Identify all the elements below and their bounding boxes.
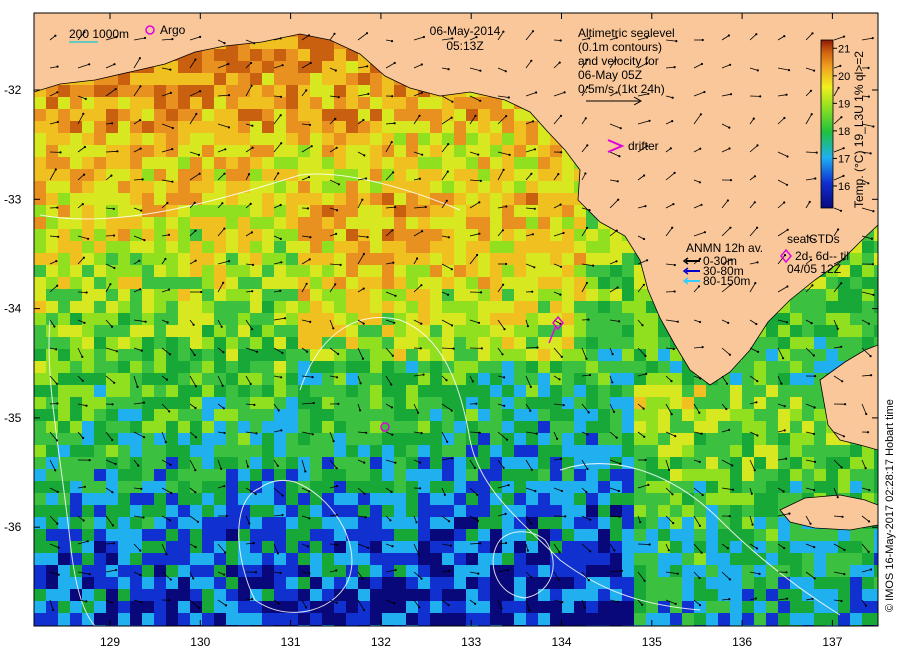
colorbar-tick-label: 16 [838,181,850,193]
x-tick-label: 130 [190,635,210,649]
y-tick-label: -32 [4,83,22,97]
y-tick-label: -35 [4,411,22,425]
x-tick-label: 135 [642,635,662,649]
isobath-legend-text: 200 1000m [69,27,129,41]
drifter-legend-label: drifter [628,139,659,153]
colorbar-tick-label: 17 [838,153,850,165]
sst-map-figure: 06-May-2014 05:13Z 200 1000m Argo Altime… [4,12,896,649]
colorbar-tick-label: 21 [838,43,850,55]
credit-text: © IMOS 16-May-2017 02:28:17 Hobart time [884,399,896,612]
title-time: 05:13Z [446,39,483,53]
map-plot-area [34,13,878,626]
x-tick-label: 136 [732,635,752,649]
y-tick-label: -36 [4,520,22,534]
x-tick-label: 134 [551,635,571,649]
title-date: 06-May-2014 [430,24,501,38]
x-tick-label: 132 [371,635,391,649]
x-tick-label: 129 [100,635,120,649]
argo-legend-label: Argo [160,23,186,37]
y-tick-label: -34 [4,302,22,316]
colorbar-tick-label: 18 [838,126,850,138]
x-tick-label: 133 [461,635,481,649]
x-tick-label: 131 [281,635,301,649]
colorbar-label: Temp. (°C) 19_L3U 1% ql>=2 [852,51,866,208]
colorbar-tick-label: 19 [838,98,850,110]
colorbar-gradient [820,39,834,209]
x-tick-label: 137 [822,635,842,649]
colorbar-tick-label: 20 [838,71,850,83]
y-tick-label: -33 [4,192,22,206]
